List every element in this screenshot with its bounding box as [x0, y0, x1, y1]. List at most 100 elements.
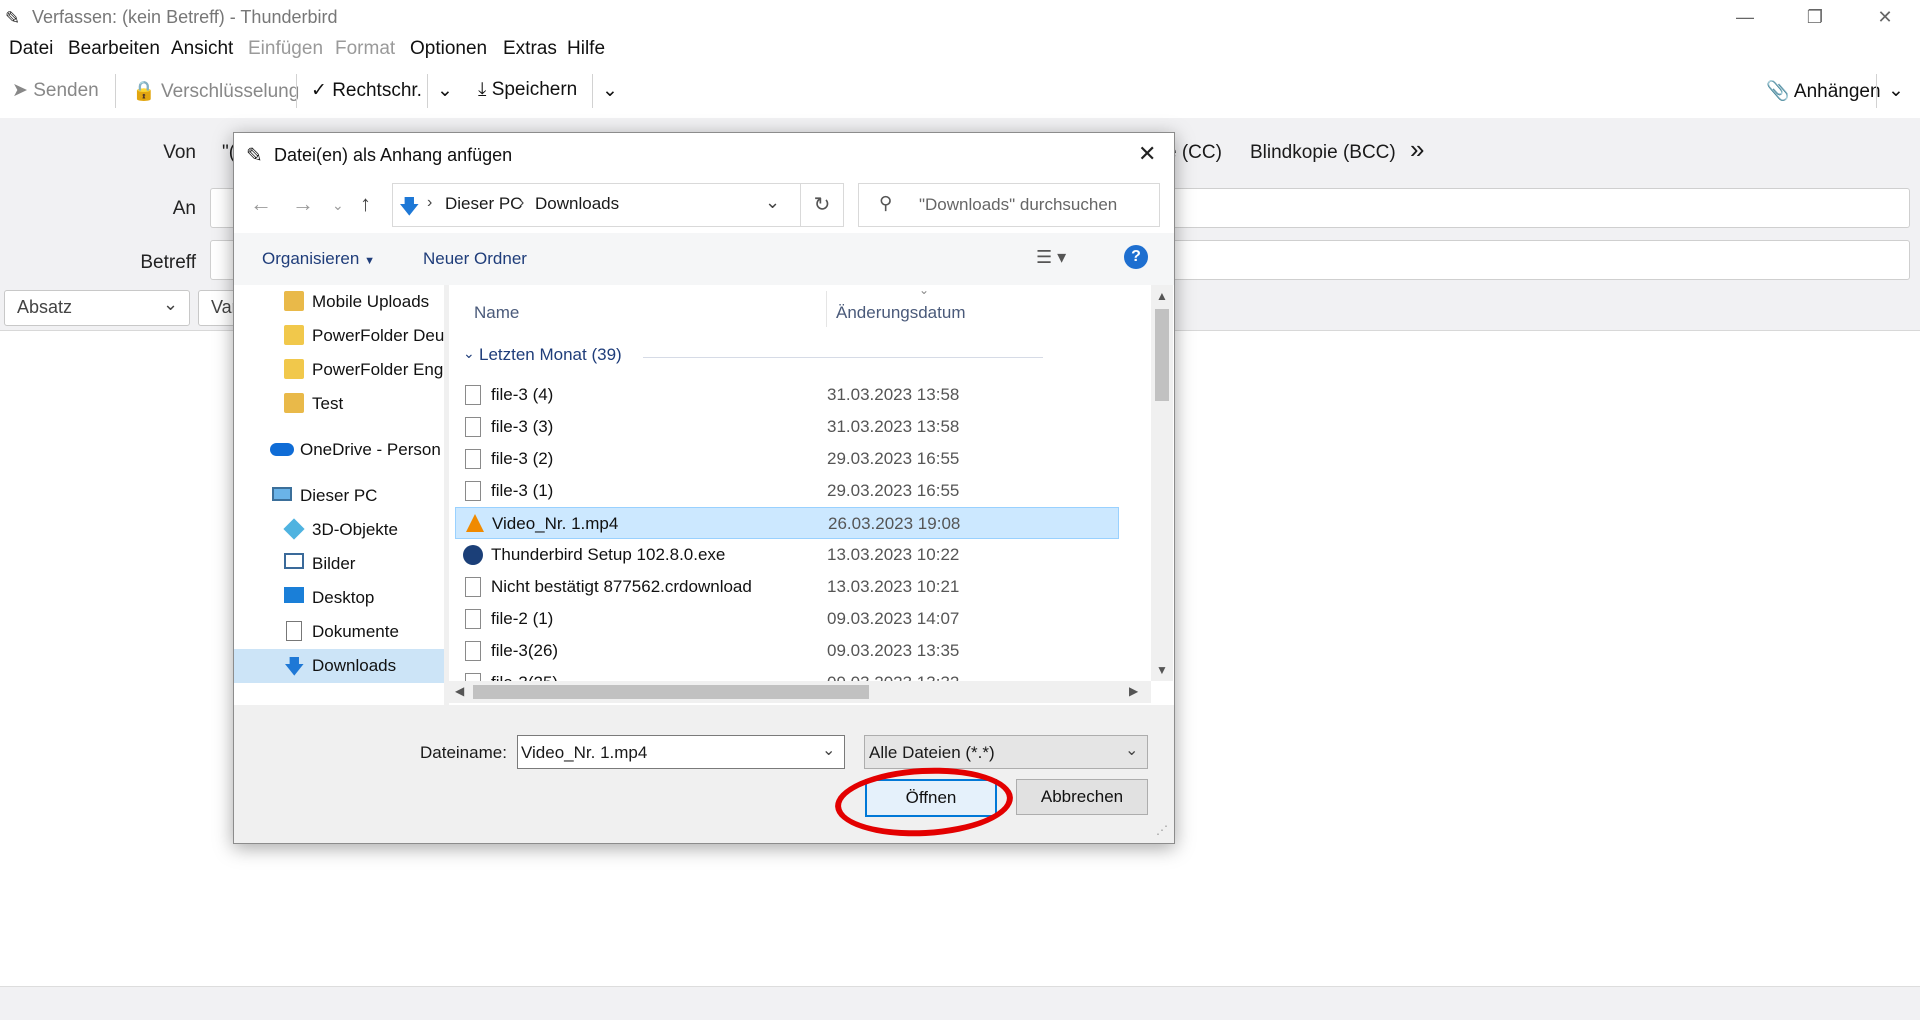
up-arrow-icon[interactable]: ↑: [360, 191, 371, 217]
title-bar: ✎ Verfassen: (kein Betreff) - Thunderbir…: [0, 0, 1920, 34]
download-icon: ⤓: [478, 79, 487, 100]
scrollbar-thumb[interactable]: [1155, 309, 1169, 401]
sort-indicator-icon: ⌄: [919, 283, 930, 297]
dialog-title: Datei(en) als Anhang anfügen: [274, 145, 513, 165]
breadcrumb-downloads[interactable]: Downloads: [535, 194, 619, 214]
spellcheck-button[interactable]: ✓ Rechtschr.: [311, 79, 422, 102]
column-header-date[interactable]: Änderungsdatum: [836, 303, 965, 323]
file-icon: [465, 641, 481, 661]
file-icon: [465, 609, 481, 629]
dialog-close-icon[interactable]: ✕: [1138, 141, 1156, 167]
filename-input[interactable]: Video_Nr. 1.mp4 ⌄: [517, 735, 845, 769]
view-options-icon[interactable]: ☰ ▾: [1036, 247, 1066, 268]
paperclip-icon: 📎: [1766, 81, 1790, 102]
nav-item-dokumente[interactable]: Dokumente: [234, 615, 444, 649]
organize-button[interactable]: Organisieren ▼: [262, 249, 375, 269]
folder-icon: [284, 359, 304, 379]
spellcheck-dropdown-icon[interactable]: ⌄: [437, 79, 453, 102]
send-button[interactable]: ➤ Senden: [12, 79, 99, 102]
attach-file-dialog: ✎ Datei(en) als Anhang anfügen ✕ ← → ⌄ ↑…: [233, 132, 1175, 844]
bcc-button[interactable]: Blindkopie (BCC): [1250, 142, 1396, 164]
cancel-button[interactable]: Abbrechen: [1016, 779, 1148, 815]
encryption-button[interactable]: 🔒 Verschlüsselung: [132, 79, 299, 103]
resize-grip-icon[interactable]: ⋰: [1156, 823, 1168, 837]
help-icon[interactable]: ?: [1124, 245, 1148, 269]
dialog-title-bar: ✎ Datei(en) als Anhang anfügen ✕: [234, 133, 1174, 177]
setup-icon: [463, 545, 483, 565]
file-list: Name ⌄ Änderungsdatum ⌄ Letzten Monat (3…: [449, 283, 1174, 705]
address-dropdown-icon[interactable]: ⌄: [765, 192, 780, 213]
restore-button[interactable]: ❐: [1780, 0, 1850, 34]
file-list-vscrollbar[interactable]: ▲ ▼: [1151, 285, 1173, 681]
nav-item-powerfolder-eng[interactable]: PowerFolder Eng: [234, 353, 444, 387]
chevron-down-icon[interactable]: ⌄: [822, 740, 835, 760]
file-row[interactable]: file-3 (2) 29.03.2023 16:55: [455, 443, 1119, 475]
forward-arrow-icon[interactable]: →: [292, 191, 314, 217]
scroll-left-icon[interactable]: ◀: [455, 684, 464, 698]
attach-button[interactable]: 📎 Anhängen: [1766, 79, 1881, 103]
file-row-selected[interactable]: Video_Nr. 1.mp4 26.03.2023 19:08: [455, 507, 1119, 539]
file-list-hscrollbar[interactable]: ◀ ▶: [449, 681, 1151, 703]
folder-icon: [284, 325, 304, 345]
nav-item-3d-objekte[interactable]: 3D-Objekte: [234, 513, 444, 547]
nav-item-downloads[interactable]: 🡇 Downloads: [234, 649, 444, 683]
file-row[interactable]: Thunderbird Setup 102.8.0.exe 13.03.2023…: [455, 539, 1119, 571]
toolbar-divider: [296, 74, 297, 108]
file-row[interactable]: file-3(26) 09.03.2023 13:35: [455, 635, 1119, 667]
menu-bearbeiten[interactable]: Bearbeiten: [68, 38, 160, 60]
more-fields-icon[interactable]: »: [1410, 134, 1424, 165]
scroll-up-icon[interactable]: ▲: [1156, 289, 1168, 303]
scroll-right-icon[interactable]: ▶: [1129, 684, 1138, 698]
file-row[interactable]: file-3 (3) 31.03.2023 13:58: [455, 411, 1119, 443]
file-row[interactable]: file-2 (1) 09.03.2023 14:07: [455, 603, 1119, 635]
save-dropdown-icon[interactable]: ⌄: [602, 79, 618, 102]
attach-dropdown-icon[interactable]: ⌄: [1888, 79, 1904, 102]
chevron-down-icon: ⌄: [463, 345, 475, 361]
menu-format[interactable]: Format: [335, 38, 395, 60]
search-input[interactable]: ⚲ "Downloads" durchsuchen: [858, 183, 1160, 227]
menu-einfuegen[interactable]: Einfügen: [248, 38, 323, 60]
file-row[interactable]: file-3 (1) 29.03.2023 16:55: [455, 475, 1119, 507]
menu-extras[interactable]: Extras: [503, 38, 557, 60]
paragraph-format-select[interactable]: Absatz ⌄: [4, 290, 190, 326]
dialog-navigation-bar: ← → ⌄ ↑ 🡇 › Dieser PC › Downloads ⌄ ↻ ⚲ …: [234, 177, 1174, 233]
documents-icon: [286, 621, 302, 641]
spellcheck-icon: ✓: [311, 80, 327, 101]
address-bar[interactable]: 🡇 › Dieser PC › Downloads ⌄: [392, 183, 802, 227]
toolbar-divider: [427, 74, 428, 108]
nav-item-mobile-uploads[interactable]: Mobile Uploads: [234, 285, 444, 319]
chevron-down-icon: ⌄: [163, 294, 179, 314]
downloads-icon: 🡇: [399, 196, 420, 218]
minimize-button[interactable]: —: [1710, 0, 1780, 34]
nav-item-onedrive[interactable]: OneDrive - Person: [234, 433, 444, 467]
back-arrow-icon[interactable]: ←: [250, 191, 272, 217]
nav-item-desktop[interactable]: Desktop: [234, 581, 444, 615]
file-row[interactable]: file-3 (4) 31.03.2023 13:58: [455, 379, 1119, 411]
file-row[interactable]: Nicht bestätigt 877562.crdownload 13.03.…: [455, 571, 1119, 603]
recent-locations-icon[interactable]: ⌄: [332, 197, 344, 214]
menu-datei[interactable]: Datei: [9, 38, 53, 60]
menu-ansicht[interactable]: Ansicht: [171, 38, 233, 60]
refresh-icon[interactable]: ↻: [800, 183, 844, 227]
send-icon: ➤: [12, 80, 28, 101]
pencil-icon: ✎: [246, 145, 263, 167]
nav-item-dieser-pc[interactable]: Dieser PC: [234, 479, 444, 513]
new-folder-button[interactable]: Neuer Ordner: [423, 249, 527, 269]
nav-item-bilder[interactable]: Bilder: [234, 547, 444, 581]
nav-item-test[interactable]: Test: [234, 387, 444, 421]
column-header-name[interactable]: Name: [474, 303, 519, 323]
filetype-select[interactable]: Alle Dateien (*.*) ⌄: [864, 735, 1148, 769]
scrollbar-thumb[interactable]: [473, 685, 869, 699]
save-button[interactable]: ⤓ Speichern: [478, 79, 577, 101]
menu-hilfe[interactable]: Hilfe: [567, 38, 605, 60]
dialog-footer: Dateiname: Video_Nr. 1.mp4 ⌄ Alle Dateie…: [234, 715, 1174, 843]
scroll-down-icon[interactable]: ▼: [1156, 663, 1168, 677]
breadcrumb-dieser-pc[interactable]: Dieser PC: [445, 194, 522, 214]
menu-optionen[interactable]: Optionen: [410, 38, 487, 60]
folder-sync-icon: [284, 291, 304, 311]
file-icon: [465, 417, 481, 437]
close-button[interactable]: ✕: [1850, 0, 1920, 34]
nav-item-powerfolder-deu[interactable]: PowerFolder Deu: [234, 319, 444, 353]
menu-bar: Datei Bearbeiten Ansicht Einfügen Format…: [0, 34, 1920, 64]
group-header[interactable]: ⌄ Letzten Monat (39): [463, 345, 1123, 367]
